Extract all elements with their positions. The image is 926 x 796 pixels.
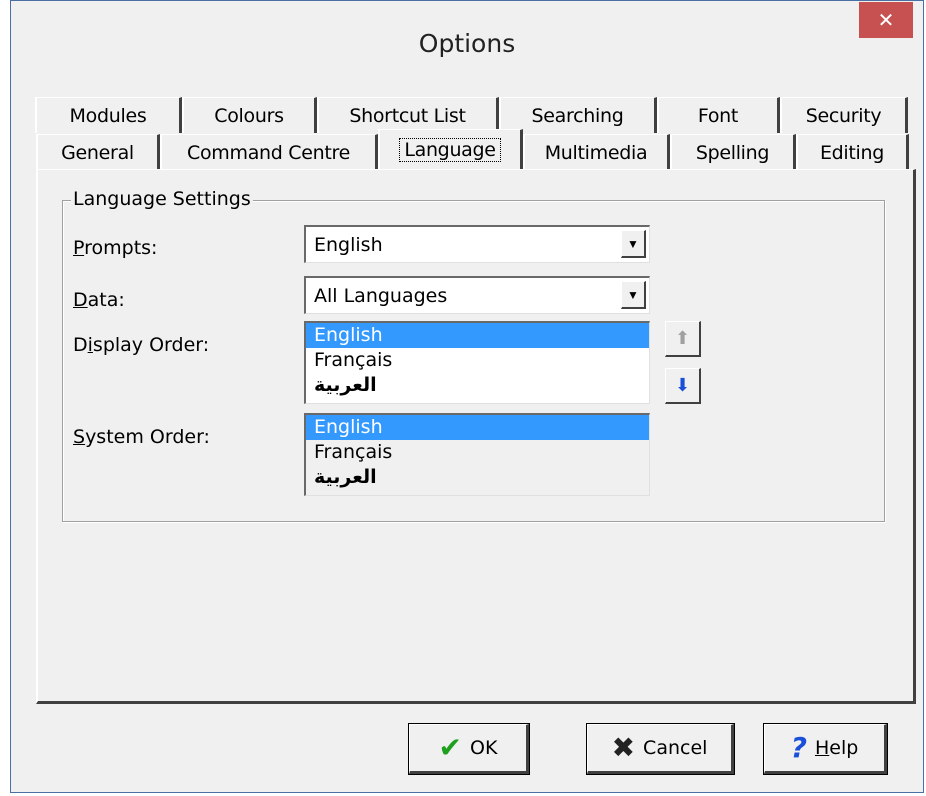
- help-label: Help: [814, 737, 859, 759]
- cancel-label: Cancel: [643, 737, 708, 759]
- tab-multimedia[interactable]: Multimedia: [523, 134, 670, 170]
- chevron-down-icon[interactable]: ▼: [621, 281, 646, 309]
- tab-language[interactable]: Language: [378, 129, 523, 169]
- system-order-label: System Order:: [73, 426, 210, 448]
- data-value: All Languages: [314, 285, 448, 307]
- prompts-value: English: [314, 234, 383, 256]
- group-label: Language Settings: [71, 188, 253, 210]
- prompts-label: Prompts:: [73, 237, 158, 259]
- tab-spelling[interactable]: Spelling: [670, 134, 796, 170]
- checkmark-icon: ✔: [438, 731, 463, 764]
- tab-security[interactable]: Security: [780, 97, 908, 133]
- question-icon: ?: [790, 731, 807, 764]
- move-up-button[interactable]: ⬆: [665, 321, 701, 357]
- ok-label: OK: [470, 737, 498, 759]
- tab-font[interactable]: Font: [657, 97, 780, 133]
- tab-general[interactable]: General: [36, 134, 160, 170]
- move-down-button[interactable]: ⬇: [665, 368, 701, 404]
- data-label: Data:: [73, 289, 125, 311]
- tab-modules[interactable]: Modules: [35, 97, 182, 133]
- tab-colours[interactable]: Colours: [182, 97, 317, 133]
- x-icon: ✖: [611, 731, 636, 764]
- tab-command-centre[interactable]: Command Centre: [160, 134, 378, 170]
- list-item[interactable]: Français: [306, 440, 649, 465]
- help-button[interactable]: ? Help: [763, 723, 888, 775]
- tab-shortcut-list[interactable]: Shortcut List: [317, 97, 499, 133]
- list-item[interactable]: English: [306, 415, 649, 440]
- prompts-select[interactable]: English ▼: [304, 225, 650, 263]
- chevron-down-icon[interactable]: ▼: [621, 230, 646, 258]
- list-item[interactable]: العربية: [306, 373, 649, 398]
- tab-searching[interactable]: Searching: [499, 97, 657, 133]
- tab-editing[interactable]: Editing: [796, 134, 909, 170]
- dialog-title: Options: [418, 29, 516, 58]
- cancel-button[interactable]: ✖ Cancel: [586, 723, 735, 775]
- close-icon: ✕: [877, 9, 895, 32]
- display-order-label: Display Order:: [73, 334, 210, 356]
- close-button[interactable]: ✕: [859, 2, 913, 38]
- list-item[interactable]: English: [306, 323, 649, 348]
- title-bar: Options ✕: [11, 1, 923, 83]
- list-item[interactable]: العربية: [306, 465, 649, 490]
- system-order-list[interactable]: English Français العربية: [304, 413, 650, 496]
- list-item[interactable]: Français: [306, 348, 649, 373]
- display-order-list[interactable]: English Français العربية: [304, 321, 650, 404]
- language-tab-panel: Language Settings Prompts: English ▼ Dat…: [36, 169, 916, 704]
- language-settings-group: Language Settings Prompts: English ▼ Dat…: [62, 188, 885, 522]
- options-dialog: Options ✕ Modules Colours Shortcut List …: [10, 0, 924, 793]
- arrow-down-icon: ⬇: [674, 375, 691, 395]
- ok-button[interactable]: ✔ OK: [408, 723, 530, 775]
- data-select[interactable]: All Languages ▼: [304, 276, 650, 314]
- arrow-up-icon: ⬆: [674, 328, 691, 348]
